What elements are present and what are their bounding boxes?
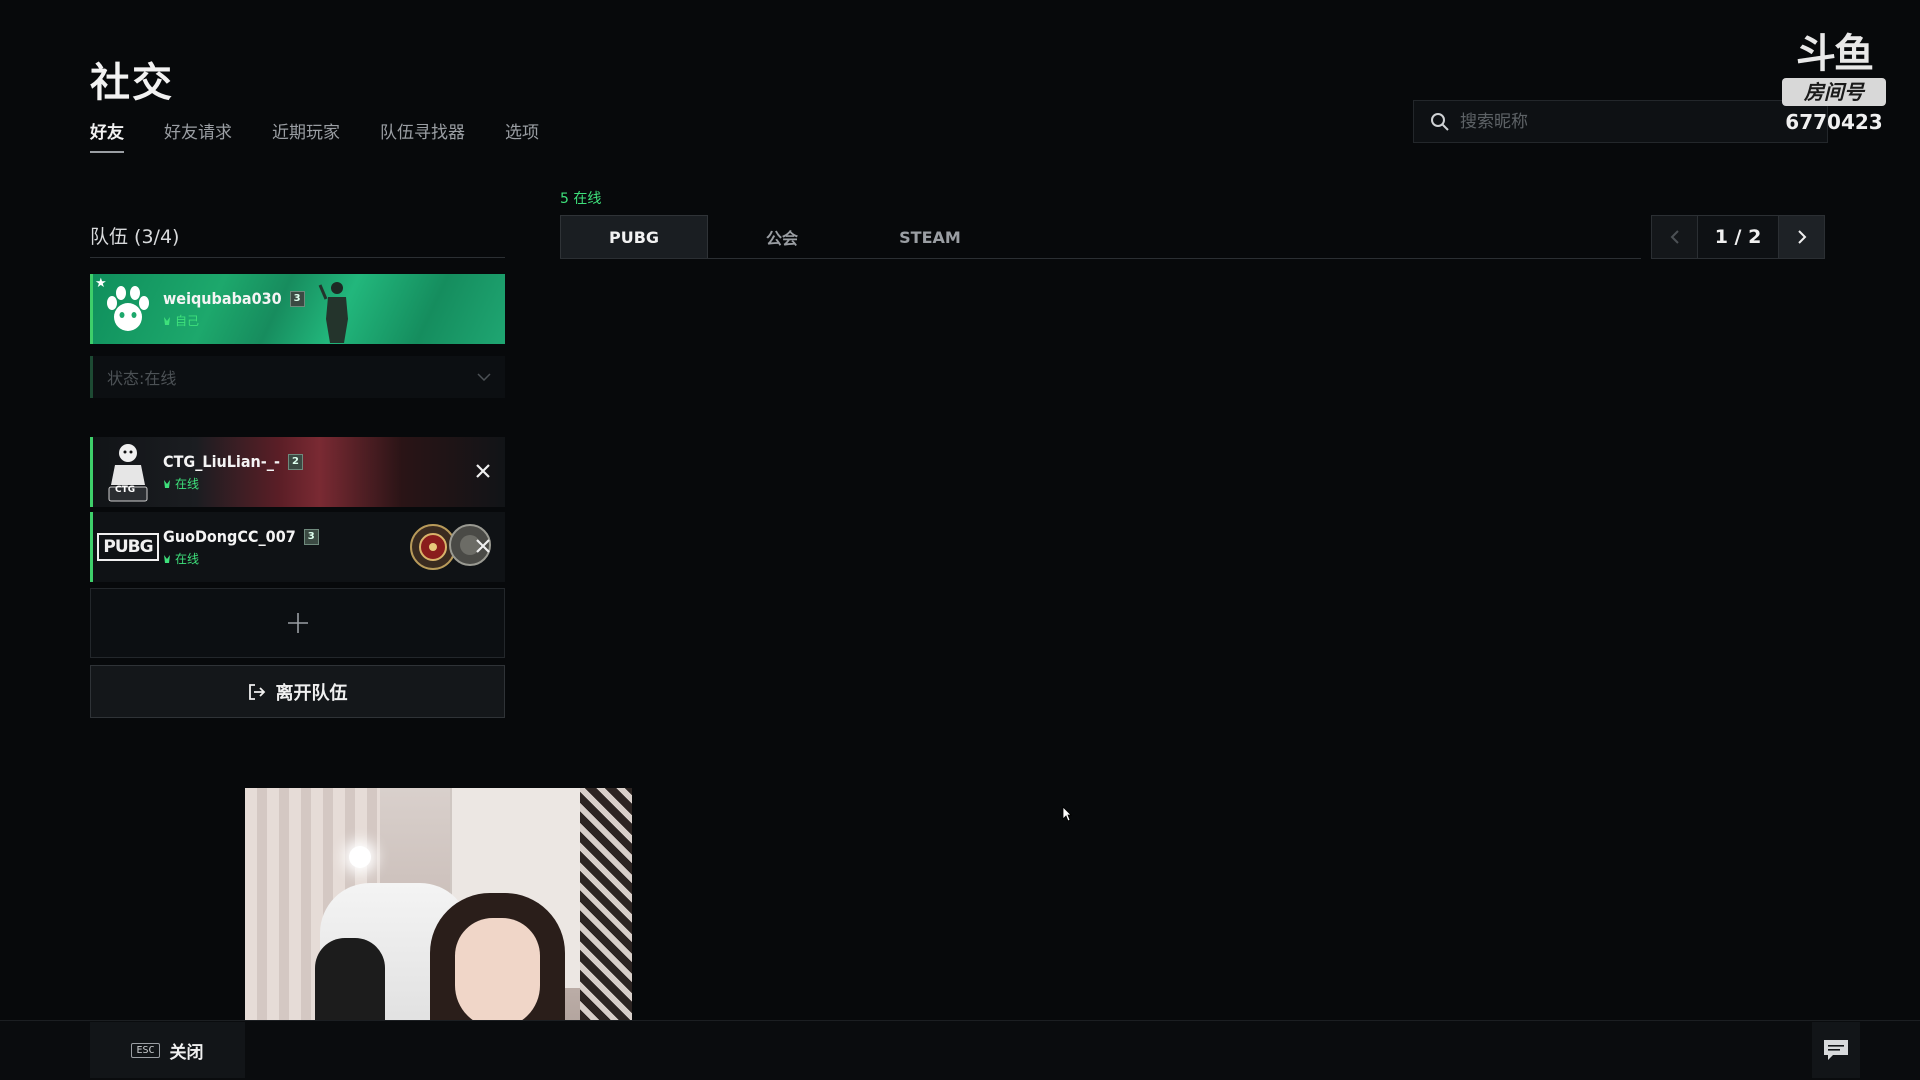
- room-number-label: 房间号: [1782, 78, 1886, 106]
- exit-icon: [248, 683, 265, 700]
- pubg-avatar-icon: PUBG: [93, 512, 163, 582]
- member-status-text: 在线: [175, 477, 200, 491]
- friends-divider: [560, 258, 1641, 259]
- tab-team-finder[interactable]: 队伍寻找器: [380, 118, 465, 153]
- member-name: GuoDongCC_007: [163, 527, 296, 546]
- close-icon: [476, 539, 490, 553]
- team-member-card[interactable]: CTG CTG_LiuLian-_- 2 在线: [90, 437, 505, 507]
- level-badge: 2: [287, 453, 303, 470]
- member-status: 在线: [163, 550, 319, 567]
- online-status-icon: [164, 554, 170, 563]
- ctg-avatar-text: CTG: [115, 485, 136, 495]
- member-name: weiqubaba030: [163, 289, 282, 308]
- team-member-self[interactable]: ★ weiqubaba030 3 自己: [90, 274, 505, 344]
- team-header: 队伍 (3/4): [90, 226, 180, 248]
- pager: 1 / 2: [1651, 215, 1825, 259]
- level-badge: 3: [289, 290, 305, 307]
- bottom-bar: [0, 1020, 1920, 1080]
- leave-team-label: 离开队伍: [275, 682, 348, 704]
- online-status-icon: [164, 479, 170, 488]
- next-page-button[interactable]: [1778, 215, 1825, 259]
- online-status-icon: [164, 316, 170, 325]
- chat-button[interactable]: [1812, 1022, 1860, 1078]
- close-label: 关闭: [169, 1042, 204, 1063]
- member-status-text: 自己: [175, 314, 200, 328]
- chevron-right-icon: [1797, 230, 1806, 244]
- douyu-watermark: 斗鱼 房间号 6770423: [1782, 30, 1886, 134]
- tab-steam[interactable]: STEAM: [856, 215, 1004, 259]
- add-member-button[interactable]: [90, 588, 505, 658]
- team-member-card[interactable]: PUBG GuoDongCC_007 3 在线: [90, 512, 505, 582]
- chevron-left-icon: [1670, 230, 1679, 244]
- tab-recent-players[interactable]: 近期玩家: [272, 118, 340, 153]
- team-divider: [90, 257, 505, 258]
- leave-team-button[interactable]: 离开队伍: [90, 665, 505, 718]
- tab-friends[interactable]: 好友: [90, 118, 124, 153]
- tab-guild[interactable]: 公会: [708, 215, 856, 259]
- tab-options[interactable]: 选项: [505, 118, 539, 153]
- page-title: 社交: [90, 60, 174, 106]
- leader-star-icon: ★: [95, 276, 107, 291]
- close-button[interactable]: ESC 关闭: [90, 1022, 245, 1078]
- level-badge: 3: [303, 528, 319, 545]
- online-count: 5 在线: [560, 191, 602, 207]
- search-input[interactable]: [1460, 111, 1780, 132]
- chat-icon: [1824, 1040, 1848, 1060]
- tab-pubg[interactable]: PUBG: [560, 215, 708, 259]
- search-box[interactable]: [1413, 100, 1828, 143]
- nav-tabs: 好友 好友请求 近期玩家 队伍寻找器 选项: [90, 118, 539, 153]
- room-number: 6770423: [1785, 110, 1883, 134]
- member-name: CTG_LiuLian-_-: [163, 452, 280, 471]
- remove-member-button[interactable]: [471, 534, 495, 558]
- close-icon: [476, 464, 490, 478]
- member-status: 自己: [163, 312, 305, 329]
- prev-page-button[interactable]: [1651, 215, 1698, 259]
- esc-key-icon: ESC: [131, 1042, 160, 1058]
- member-status: 在线: [163, 475, 303, 492]
- webcam-person-face: [455, 918, 540, 1028]
- search-icon: [1431, 112, 1449, 131]
- page-indicator: 1 / 2: [1698, 215, 1778, 259]
- pubg-avatar-text: PUBG: [97, 533, 159, 561]
- plus-icon: [287, 613, 308, 633]
- status-dropdown[interactable]: 状态:在线: [90, 356, 505, 398]
- webcam-lamp: [349, 846, 371, 868]
- douyu-logo: 斗鱼: [1796, 31, 1874, 77]
- tab-friend-requests[interactable]: 好友请求: [164, 118, 232, 153]
- chevron-down-icon: [477, 373, 491, 381]
- character-silhouette-icon: [318, 282, 348, 343]
- remove-member-button[interactable]: [471, 459, 495, 483]
- status-dropdown-label: 状态:在线: [107, 369, 177, 388]
- friends-tabs: PUBG 公会 STEAM: [560, 215, 1004, 259]
- ctg-avatar-icon: CTG: [93, 437, 163, 507]
- mouse-cursor-icon: [1062, 806, 1072, 822]
- member-status-text: 在线: [175, 552, 200, 566]
